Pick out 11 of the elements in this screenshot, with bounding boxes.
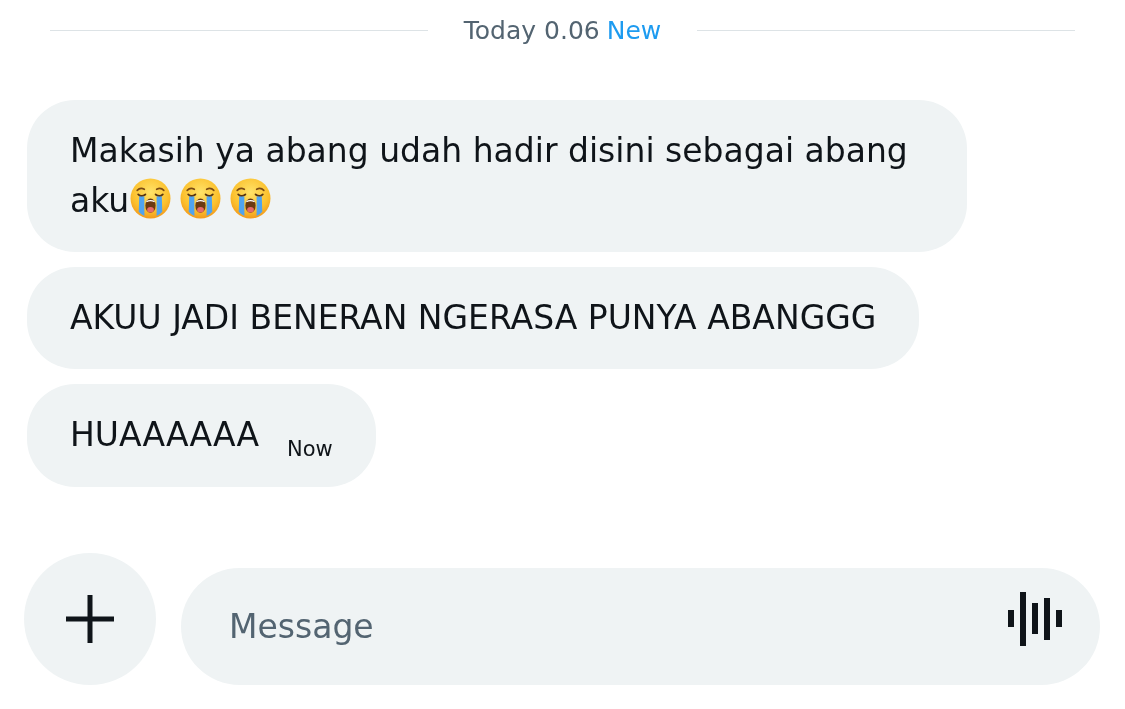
- date-label: Today 0.06: [463, 15, 600, 45]
- crying-face-icon: [180, 178, 222, 219]
- plus-icon: [65, 594, 115, 644]
- crying-face-icon: [230, 178, 272, 219]
- waveform-icon[interactable]: [1008, 592, 1062, 646]
- timestamp: Now: [287, 437, 333, 461]
- message-field[interactable]: Message: [181, 568, 1100, 685]
- crying-face-icon: [130, 178, 172, 219]
- message-text: AKUU JADI BENERAN NGERASA PUNYA ABANGGG: [70, 298, 877, 337]
- new-label: New: [606, 15, 662, 45]
- message-text: HUAAAAAA: [70, 415, 259, 454]
